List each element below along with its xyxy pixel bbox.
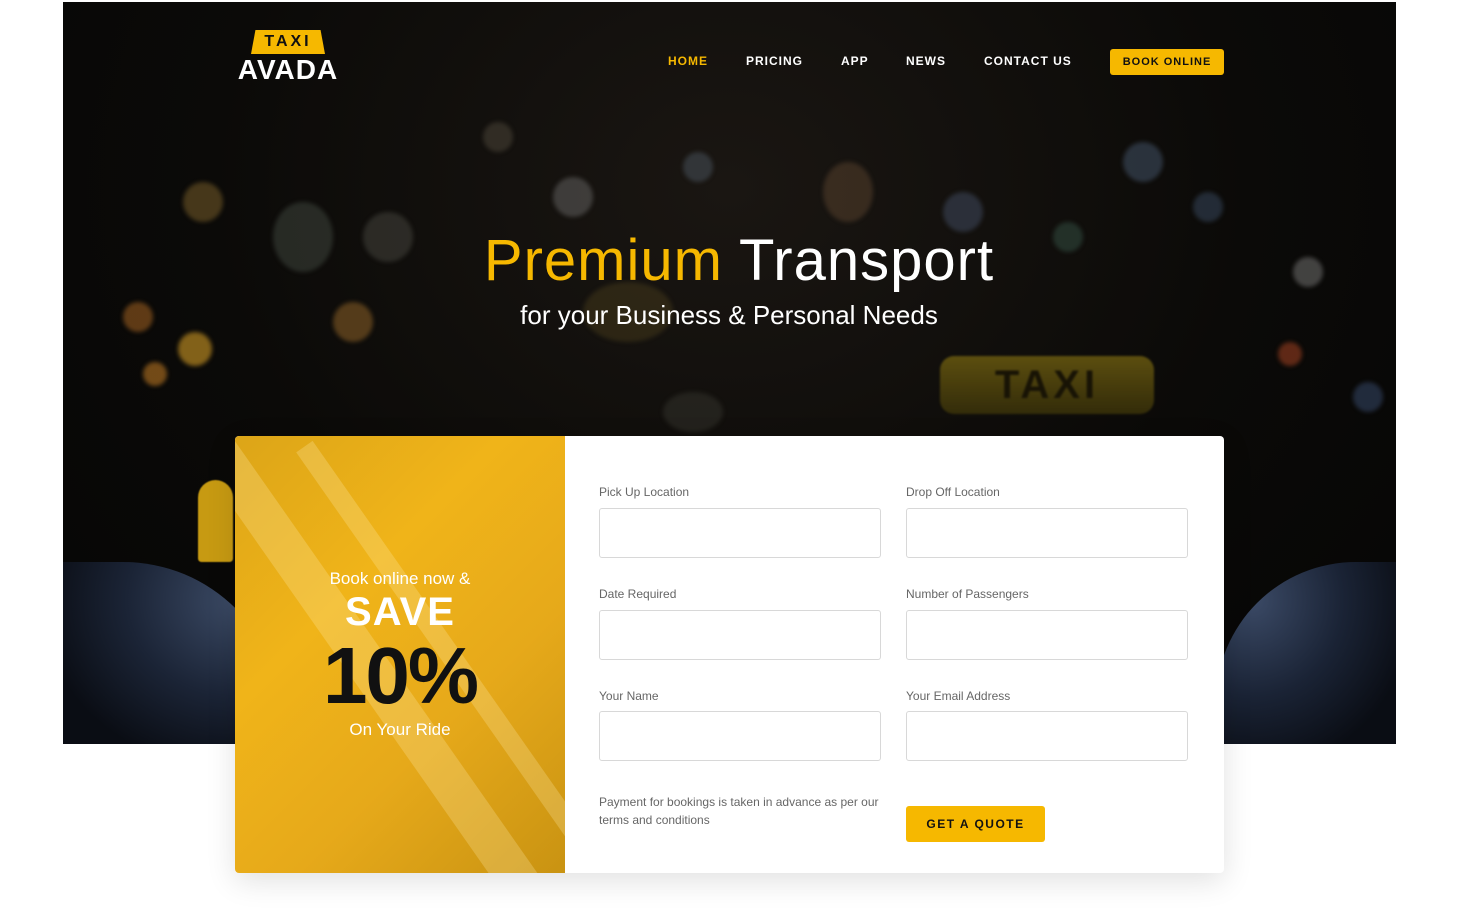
get-a-quote-button[interactable]: GET A QUOTE xyxy=(906,806,1045,842)
dropoff-location-input[interactable] xyxy=(906,508,1188,558)
passengers-input[interactable] xyxy=(906,610,1188,660)
logo-taxi-badge: TAXI xyxy=(251,30,325,54)
logo-wordmark: AVADA xyxy=(237,54,339,85)
nav-item-news[interactable]: NEWS xyxy=(906,54,946,68)
booking-card: Book online now & SAVE 10% On Your Ride … xyxy=(235,436,1224,873)
payment-note: Payment for bookings is taken in advance… xyxy=(599,795,879,827)
bokeh-light xyxy=(183,182,223,222)
promo-line-book-online: Book online now & xyxy=(329,569,471,588)
bokeh-light xyxy=(943,192,983,232)
passengers-label: Number of Passengers xyxy=(906,587,1029,601)
bokeh-light xyxy=(1278,342,1302,366)
nav-item-app[interactable]: APP xyxy=(841,54,869,68)
background-taxi-sign: TAXI xyxy=(940,356,1154,414)
bokeh-light xyxy=(683,152,713,182)
dropoff-label: Drop Off Location xyxy=(906,485,1000,499)
hero-title-rest: Transport xyxy=(739,228,995,293)
email-label: Your Email Address xyxy=(906,689,1011,703)
bokeh-light xyxy=(1353,382,1383,412)
bokeh-light xyxy=(1123,142,1163,182)
nav-item-contact-us[interactable]: CONTACT US xyxy=(984,54,1072,68)
bokeh-light xyxy=(143,362,167,386)
promo-line-discount: 10% xyxy=(322,631,479,720)
site-logo[interactable]: TAXI AVADA xyxy=(235,30,341,86)
promo-line-save: SAVE xyxy=(345,590,455,634)
nav-item-home[interactable]: HOME xyxy=(668,54,708,68)
date-label: Date Required xyxy=(599,587,677,601)
bokeh-light xyxy=(1193,192,1223,222)
promo-panel: Book online now & SAVE 10% On Your Ride xyxy=(235,436,565,873)
hero-title: Premium Transport xyxy=(0,228,1478,294)
bokeh-light xyxy=(663,392,723,432)
date-required-input[interactable] xyxy=(599,610,881,660)
bokeh-light xyxy=(553,177,593,217)
pickup-label: Pick Up Location xyxy=(599,485,690,499)
hero-title-accent: Premium xyxy=(483,228,723,293)
bokeh-light xyxy=(483,122,513,152)
background-car-right xyxy=(1216,562,1396,744)
name-label: Your Name xyxy=(599,689,659,703)
nav-item-pricing[interactable]: PRICING xyxy=(746,54,803,68)
hero-subtitle: for your Business & Personal Needs xyxy=(520,300,938,330)
bokeh-light xyxy=(823,162,873,222)
bokeh-light xyxy=(178,332,212,366)
email-input[interactable] xyxy=(906,711,1188,761)
background-taxi-light xyxy=(198,480,233,562)
name-input[interactable] xyxy=(599,711,881,761)
book-online-button[interactable]: BOOK ONLINE xyxy=(1110,49,1224,75)
pickup-location-input[interactable] xyxy=(599,508,881,558)
promo-line-on-your-ride: On Your Ride xyxy=(349,720,451,739)
